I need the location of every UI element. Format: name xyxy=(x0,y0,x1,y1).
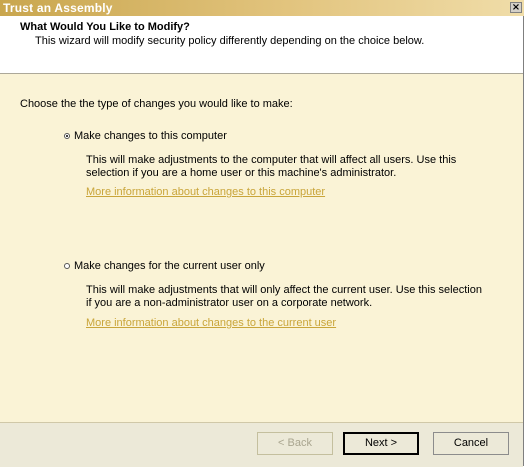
option-this-computer-description: This will make adjustments to the comput… xyxy=(86,154,457,179)
close-icon: × xyxy=(511,2,521,13)
wizard-body: Choose the the type of changes you would… xyxy=(0,74,523,422)
close-button[interactable]: × xyxy=(510,2,522,13)
link-more-info-this-computer[interactable]: More information about changes to this c… xyxy=(86,186,325,198)
radio-current-user[interactable] xyxy=(64,263,70,269)
choice-prompt: Choose the the type of changes you would… xyxy=(20,98,293,110)
option-this-computer[interactable]: Make changes to this computer xyxy=(64,130,227,142)
option-current-user[interactable]: Make changes for the current user only xyxy=(64,260,265,272)
link-more-info-current-user[interactable]: More information about changes to the cu… xyxy=(86,317,336,329)
next-button[interactable]: Next > xyxy=(343,432,419,455)
back-button[interactable]: < Back xyxy=(257,432,333,455)
radio-this-computer[interactable] xyxy=(64,133,70,139)
option-current-user-description: This will make adjustments that will onl… xyxy=(86,284,482,309)
header-subtitle: This wizard will modify security policy … xyxy=(35,35,425,47)
header-title: What Would You Like to Modify? xyxy=(20,21,190,33)
cancel-button[interactable]: Cancel xyxy=(433,432,509,455)
option-current-user-label[interactable]: Make changes for the current user only xyxy=(74,260,265,272)
wizard-window: Trust an Assembly × What Would You Like … xyxy=(0,0,524,467)
wizard-header: What Would You Like to Modify? This wiza… xyxy=(0,16,523,74)
title-bar[interactable]: Trust an Assembly × xyxy=(0,0,524,16)
window-title: Trust an Assembly xyxy=(3,1,113,15)
option-this-computer-label[interactable]: Make changes to this computer xyxy=(74,130,227,142)
wizard-footer: < Back Next > Cancel xyxy=(0,422,523,467)
